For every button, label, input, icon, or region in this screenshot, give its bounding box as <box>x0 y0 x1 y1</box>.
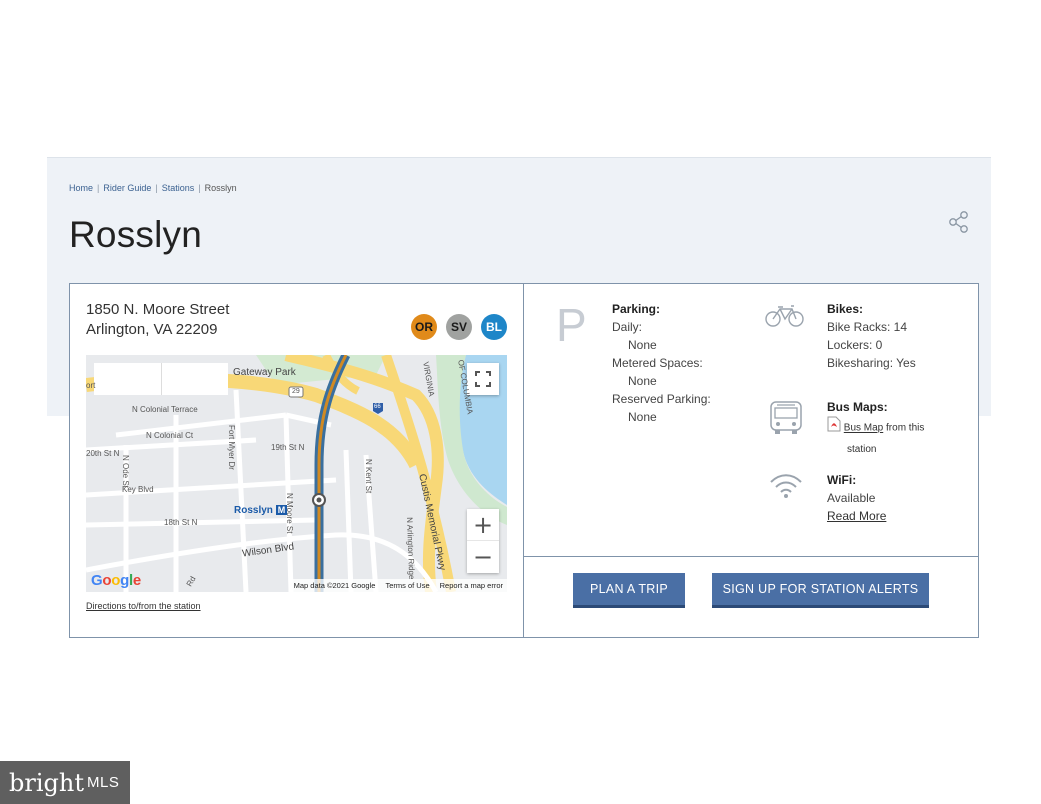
line-badge-orange[interactable]: OR <box>411 314 437 340</box>
breadcrumb-separator: | <box>97 183 100 193</box>
parking-reserved-value: None <box>628 410 657 424</box>
parking-icon: P <box>556 299 587 351</box>
breadcrumb-current: Rosslyn <box>204 183 237 193</box>
map-report-link[interactable]: Report a map error <box>440 581 503 590</box>
breadcrumb-separator: | <box>155 183 158 193</box>
map-label-rt29: 29 <box>292 388 300 395</box>
map-label-rosslyn: Rosslyn M <box>234 505 288 516</box>
watermark-suffix: MLS <box>86 774 120 791</box>
location-panel: 1850 N. Moore Street Arlington, VA 22209… <box>70 284 524 637</box>
wifi-status: Available <box>827 491 876 505</box>
address-line-2: Arlington, VA 22209 <box>86 321 218 338</box>
breadcrumb-home[interactable]: Home <box>69 183 93 193</box>
station-map[interactable]: + − Gateway Park N Colonial Terrace N Co… <box>86 355 507 592</box>
parking-info: Parking: Daily: None Metered Spaces: Non… <box>612 300 711 426</box>
breadcrumb-separator: | <box>198 183 201 193</box>
bikes-info: Bikes: Bike Racks: 14 Lockers: 0 Bikesha… <box>827 300 916 372</box>
line-badge-silver[interactable]: SV <box>446 314 472 340</box>
parking-metered-label: Metered Spaces: <box>612 356 703 370</box>
bus-map-link[interactable]: Bus Map <box>844 423 883 434</box>
wifi-read-more-link[interactable]: Read More <box>827 509 886 523</box>
station-alerts-button[interactable]: SIGN UP FOR STATION ALERTS <box>712 573 929 608</box>
line-badges: OR SV BL <box>411 314 507 340</box>
breadcrumb-rider-guide[interactable]: Rider Guide <box>103 183 151 193</box>
bus-map-suffix-1: from this <box>886 422 925 434</box>
fullscreen-icon[interactable] <box>467 363 499 395</box>
wifi-icon <box>769 472 803 505</box>
parking-title: Parking: <box>612 302 661 316</box>
pdf-icon <box>827 416 841 440</box>
map-label-moore: N Moore St <box>285 493 294 534</box>
map-label-ort: ort <box>86 381 96 390</box>
line-badge-blue[interactable]: BL <box>481 314 507 340</box>
station-info-card: 1850 N. Moore Street Arlington, VA 22209… <box>69 283 979 638</box>
map-label-18th: 18th St N <box>164 518 198 527</box>
zoom-in-button[interactable]: + <box>467 509 499 541</box>
map-label-fort-myer: Fort Myer Dr <box>227 425 236 470</box>
bike-racks: Bike Racks: 14 <box>827 320 908 334</box>
map-label-colonial-ct: N Colonial Ct <box>146 431 194 440</box>
map-zoom-controls: + − <box>467 509 499 573</box>
map-label-ode: N Ode St <box>121 455 130 488</box>
plan-trip-button[interactable]: PLAN A TRIP <box>573 573 685 608</box>
bus-map-suffix-2: station <box>847 444 877 455</box>
page-title: Rosslyn <box>69 214 202 255</box>
station-address: 1850 N. Moore Street Arlington, VA 22209 <box>86 300 229 340</box>
map-label-kent: N Kent St <box>364 459 373 494</box>
bright-mls-watermark: bright MLS <box>0 761 130 804</box>
bikesharing: Bikesharing: Yes <box>827 356 916 370</box>
address-line-1: 1850 N. Moore Street <box>86 301 230 318</box>
bus-icon <box>769 400 803 441</box>
parking-daily-label: Daily: <box>612 320 643 334</box>
directions-link[interactable]: Directions to/from the station <box>86 601 201 611</box>
watermark-brand: bright <box>9 768 84 797</box>
google-logo: Google <box>91 572 141 589</box>
map-label-colonial-terrace: N Colonial Terrace <box>132 405 198 414</box>
parking-daily-value: None <box>628 338 657 352</box>
map-terms-link[interactable]: Terms of Use <box>385 581 429 590</box>
bicycle-icon <box>765 304 805 333</box>
amenities-panel: P Parking: Daily: None Metered Spaces: N… <box>524 284 978 557</box>
wifi-info: WiFi: Available Read More <box>827 471 886 525</box>
wifi-title: WiFi: <box>827 473 857 487</box>
bikes-title: Bikes: <box>827 302 864 316</box>
map-label-gateway-park: Gateway Park <box>233 367 296 378</box>
parking-reserved-label: Reserved Parking: <box>612 392 711 406</box>
map-label-20th: 20th St N <box>86 449 120 458</box>
map-data-credit: Map data ©2021 Google <box>293 581 376 590</box>
bus-maps-title: Bus Maps: <box>827 400 888 414</box>
zoom-out-button[interactable]: − <box>467 541 499 573</box>
breadcrumb-stations[interactable]: Stations <box>162 183 195 193</box>
share-icon[interactable] <box>948 210 970 234</box>
map-attribution: Map data ©2021 Google Terms of Use Repor… <box>289 579 507 592</box>
map-search-box[interactable] <box>94 363 228 395</box>
bike-lockers: Lockers: 0 <box>827 338 883 352</box>
map-label-key: Key Blvd <box>122 485 154 494</box>
bus-map-link-row: Bus Map from this station <box>827 416 924 460</box>
bus-maps-info: Bus Maps: Bus Map from this station <box>827 398 924 460</box>
breadcrumb: Home | Rider Guide | Stations | Rosslyn <box>69 183 237 193</box>
map-label-19th: 19th St N <box>271 443 305 452</box>
parking-metered-value: None <box>628 374 657 388</box>
map-label-i66: 66 <box>374 404 381 410</box>
